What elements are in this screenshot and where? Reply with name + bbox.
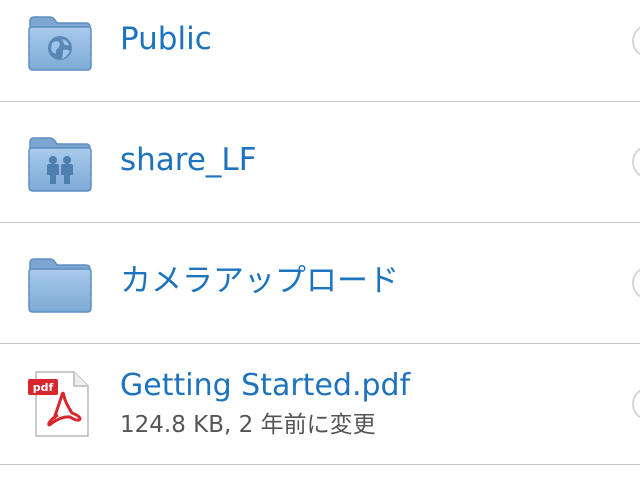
detail-button[interactable] (632, 24, 640, 58)
file-row-camera-upload[interactable]: カメラアップロード (0, 224, 640, 344)
detail-button[interactable] (632, 266, 640, 300)
file-row-getting-started-pdf[interactable]: pdf Getting Started.pdf 124.8 KB, 2 年前に変… (0, 345, 640, 465)
detail-button[interactable] (632, 387, 640, 421)
file-meta: 124.8 KB, 2 年前に変更 (120, 412, 376, 438)
detail-button[interactable] (632, 145, 640, 179)
file-row-share-lf[interactable]: share_LF (0, 103, 640, 223)
folder-icon (28, 258, 92, 313)
file-name: Public (120, 21, 212, 57)
file-name: share_LF (120, 142, 257, 178)
file-name: Getting Started.pdf (120, 368, 411, 403)
public-folder-icon (28, 16, 92, 71)
file-name: カメラアップロード (120, 263, 399, 299)
file-list: Public share_LF カメラアップロード pdf Getting St… (0, 0, 640, 480)
shared-folder-icon (28, 137, 92, 192)
svg-text:pdf: pdf (33, 381, 54, 394)
file-row-public[interactable]: Public (0, 0, 640, 102)
pdf-file-icon: pdf (28, 371, 89, 437)
